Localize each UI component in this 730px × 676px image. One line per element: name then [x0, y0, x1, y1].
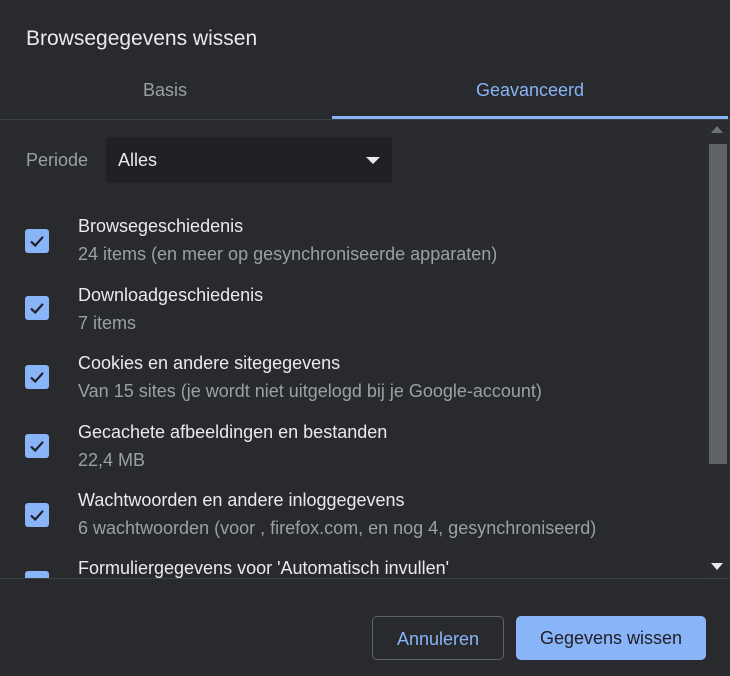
tab-basis[interactable]: Basis: [0, 60, 330, 118]
scrollbar-thumb[interactable]: [709, 144, 727, 464]
period-value: Alles: [118, 150, 158, 170]
checkbox-cached-files[interactable]: [25, 434, 49, 458]
option-cookies: Cookies en andere sitegegevens Van 15 si…: [0, 353, 706, 419]
checkbox-download-history[interactable]: [25, 296, 49, 320]
dialog-title: Browsegegevens wissen: [26, 27, 258, 50]
scroll-up-arrow-icon[interactable]: [711, 126, 723, 133]
option-autofill: Formuliergegevens voor 'Automatisch invu…: [0, 558, 706, 578]
clear-browsing-data-dialog: Browsegegevens wissen Basis Geavanceerd …: [0, 0, 730, 676]
option-subtitle: 6 wachtwoorden (voor , firefox.com, en n…: [78, 518, 597, 538]
checkbox-browsing-history[interactable]: [25, 229, 49, 253]
option-cached-files: Gecachete afbeeldingen en bestanden 22,4…: [0, 422, 706, 488]
tab-geavanceerd[interactable]: Geavanceerd: [332, 60, 728, 118]
option-title: Downloadgeschiedenis: [78, 285, 264, 305]
clear-data-button[interactable]: Gegevens wissen: [516, 616, 706, 660]
tab-bar: Basis Geavanceerd: [0, 60, 730, 120]
checkbox-cookies[interactable]: [25, 365, 49, 389]
checkbox-autofill[interactable]: [25, 571, 49, 578]
option-title: Cookies en andere sitegegevens: [78, 353, 341, 373]
checkmark-icon: [30, 372, 44, 384]
option-download-history: Downloadgeschiedenis 7 items: [0, 285, 706, 351]
period-dropdown[interactable]: Alles: [106, 137, 392, 183]
option-title: Browsegeschiedenis: [78, 216, 244, 236]
checkbox-passwords[interactable]: [25, 503, 49, 527]
option-title: Wachtwoorden en andere inloggegevens: [78, 490, 405, 510]
option-subtitle: Van 15 sites (je wordt niet uitgelogd bi…: [78, 381, 542, 401]
footer-divider: [0, 578, 730, 579]
option-browsing-history: Browsegeschiedenis 24 items (en meer op …: [0, 216, 706, 282]
scrollbar[interactable]: [706, 120, 730, 578]
checkmark-icon: [30, 303, 44, 315]
checkmark-icon: [30, 510, 44, 522]
option-subtitle: 22,4 MB: [78, 450, 146, 470]
option-title: Formuliergegevens voor 'Automatisch invu…: [78, 558, 450, 578]
options-list: Periode Alles Browsegeschiedenis 24 item…: [0, 120, 706, 578]
scroll-down-arrow-icon[interactable]: [711, 563, 723, 570]
option-subtitle: 7 items: [78, 313, 137, 333]
option-subtitle: 24 items (en meer op gesynchroniseerde a…: [78, 244, 498, 264]
cancel-button[interactable]: Annuleren: [372, 616, 504, 660]
option-passwords: Wachtwoorden en andere inloggegevens 6 w…: [0, 490, 706, 556]
chevron-down-icon: [366, 157, 380, 164]
checkmark-icon: [30, 236, 44, 248]
period-label: Periode: [26, 150, 89, 170]
checkmark-icon: [30, 441, 44, 453]
option-title: Gecachete afbeeldingen en bestanden: [78, 422, 388, 442]
